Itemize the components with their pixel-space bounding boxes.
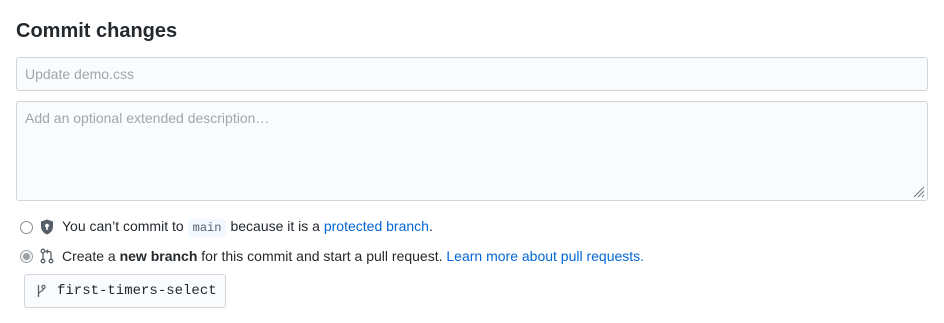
- commit-directly-text-after: .: [428, 218, 433, 234]
- shield-lock-icon: [39, 219, 55, 235]
- option-commit-directly[interactable]: You can’t commit to main because it is a p…: [20, 217, 433, 237]
- commit-directly-text-middle: because it is a: [230, 218, 320, 234]
- branch-name-input[interactable]: [57, 283, 217, 299]
- git-branch-icon: [35, 283, 47, 299]
- commit-description-textarea[interactable]: [16, 101, 928, 201]
- new-branch-text-middle: for this commit and start a pull request…: [201, 248, 443, 264]
- commit-summary-input[interactable]: [16, 57, 928, 91]
- resize-grip-icon[interactable]: [912, 185, 925, 198]
- commit-directly-label: You can’t commit to main because it is a p…: [62, 216, 433, 238]
- learn-more-pull-requests-link[interactable]: Learn more about pull requests.: [446, 248, 644, 264]
- new-branch-label: Create a new branch for this commit and …: [62, 246, 644, 266]
- new-branch-radio[interactable]: [20, 249, 33, 263]
- branch-code-main: main: [187, 219, 227, 237]
- option-new-branch[interactable]: Create a new branch for this commit and …: [20, 246, 644, 266]
- new-branch-text-before: Create a: [62, 248, 116, 264]
- commit-directly-text-before: You can’t commit to: [62, 218, 184, 234]
- new-branch-bold-text: new branch: [119, 248, 198, 264]
- git-pull-request-icon: [39, 248, 55, 264]
- protected-branch-link[interactable]: protected branch: [324, 218, 429, 234]
- branch-name-field[interactable]: [24, 274, 226, 308]
- page-title: Commit changes: [16, 20, 178, 42]
- commit-directly-radio[interactable]: [20, 220, 33, 234]
